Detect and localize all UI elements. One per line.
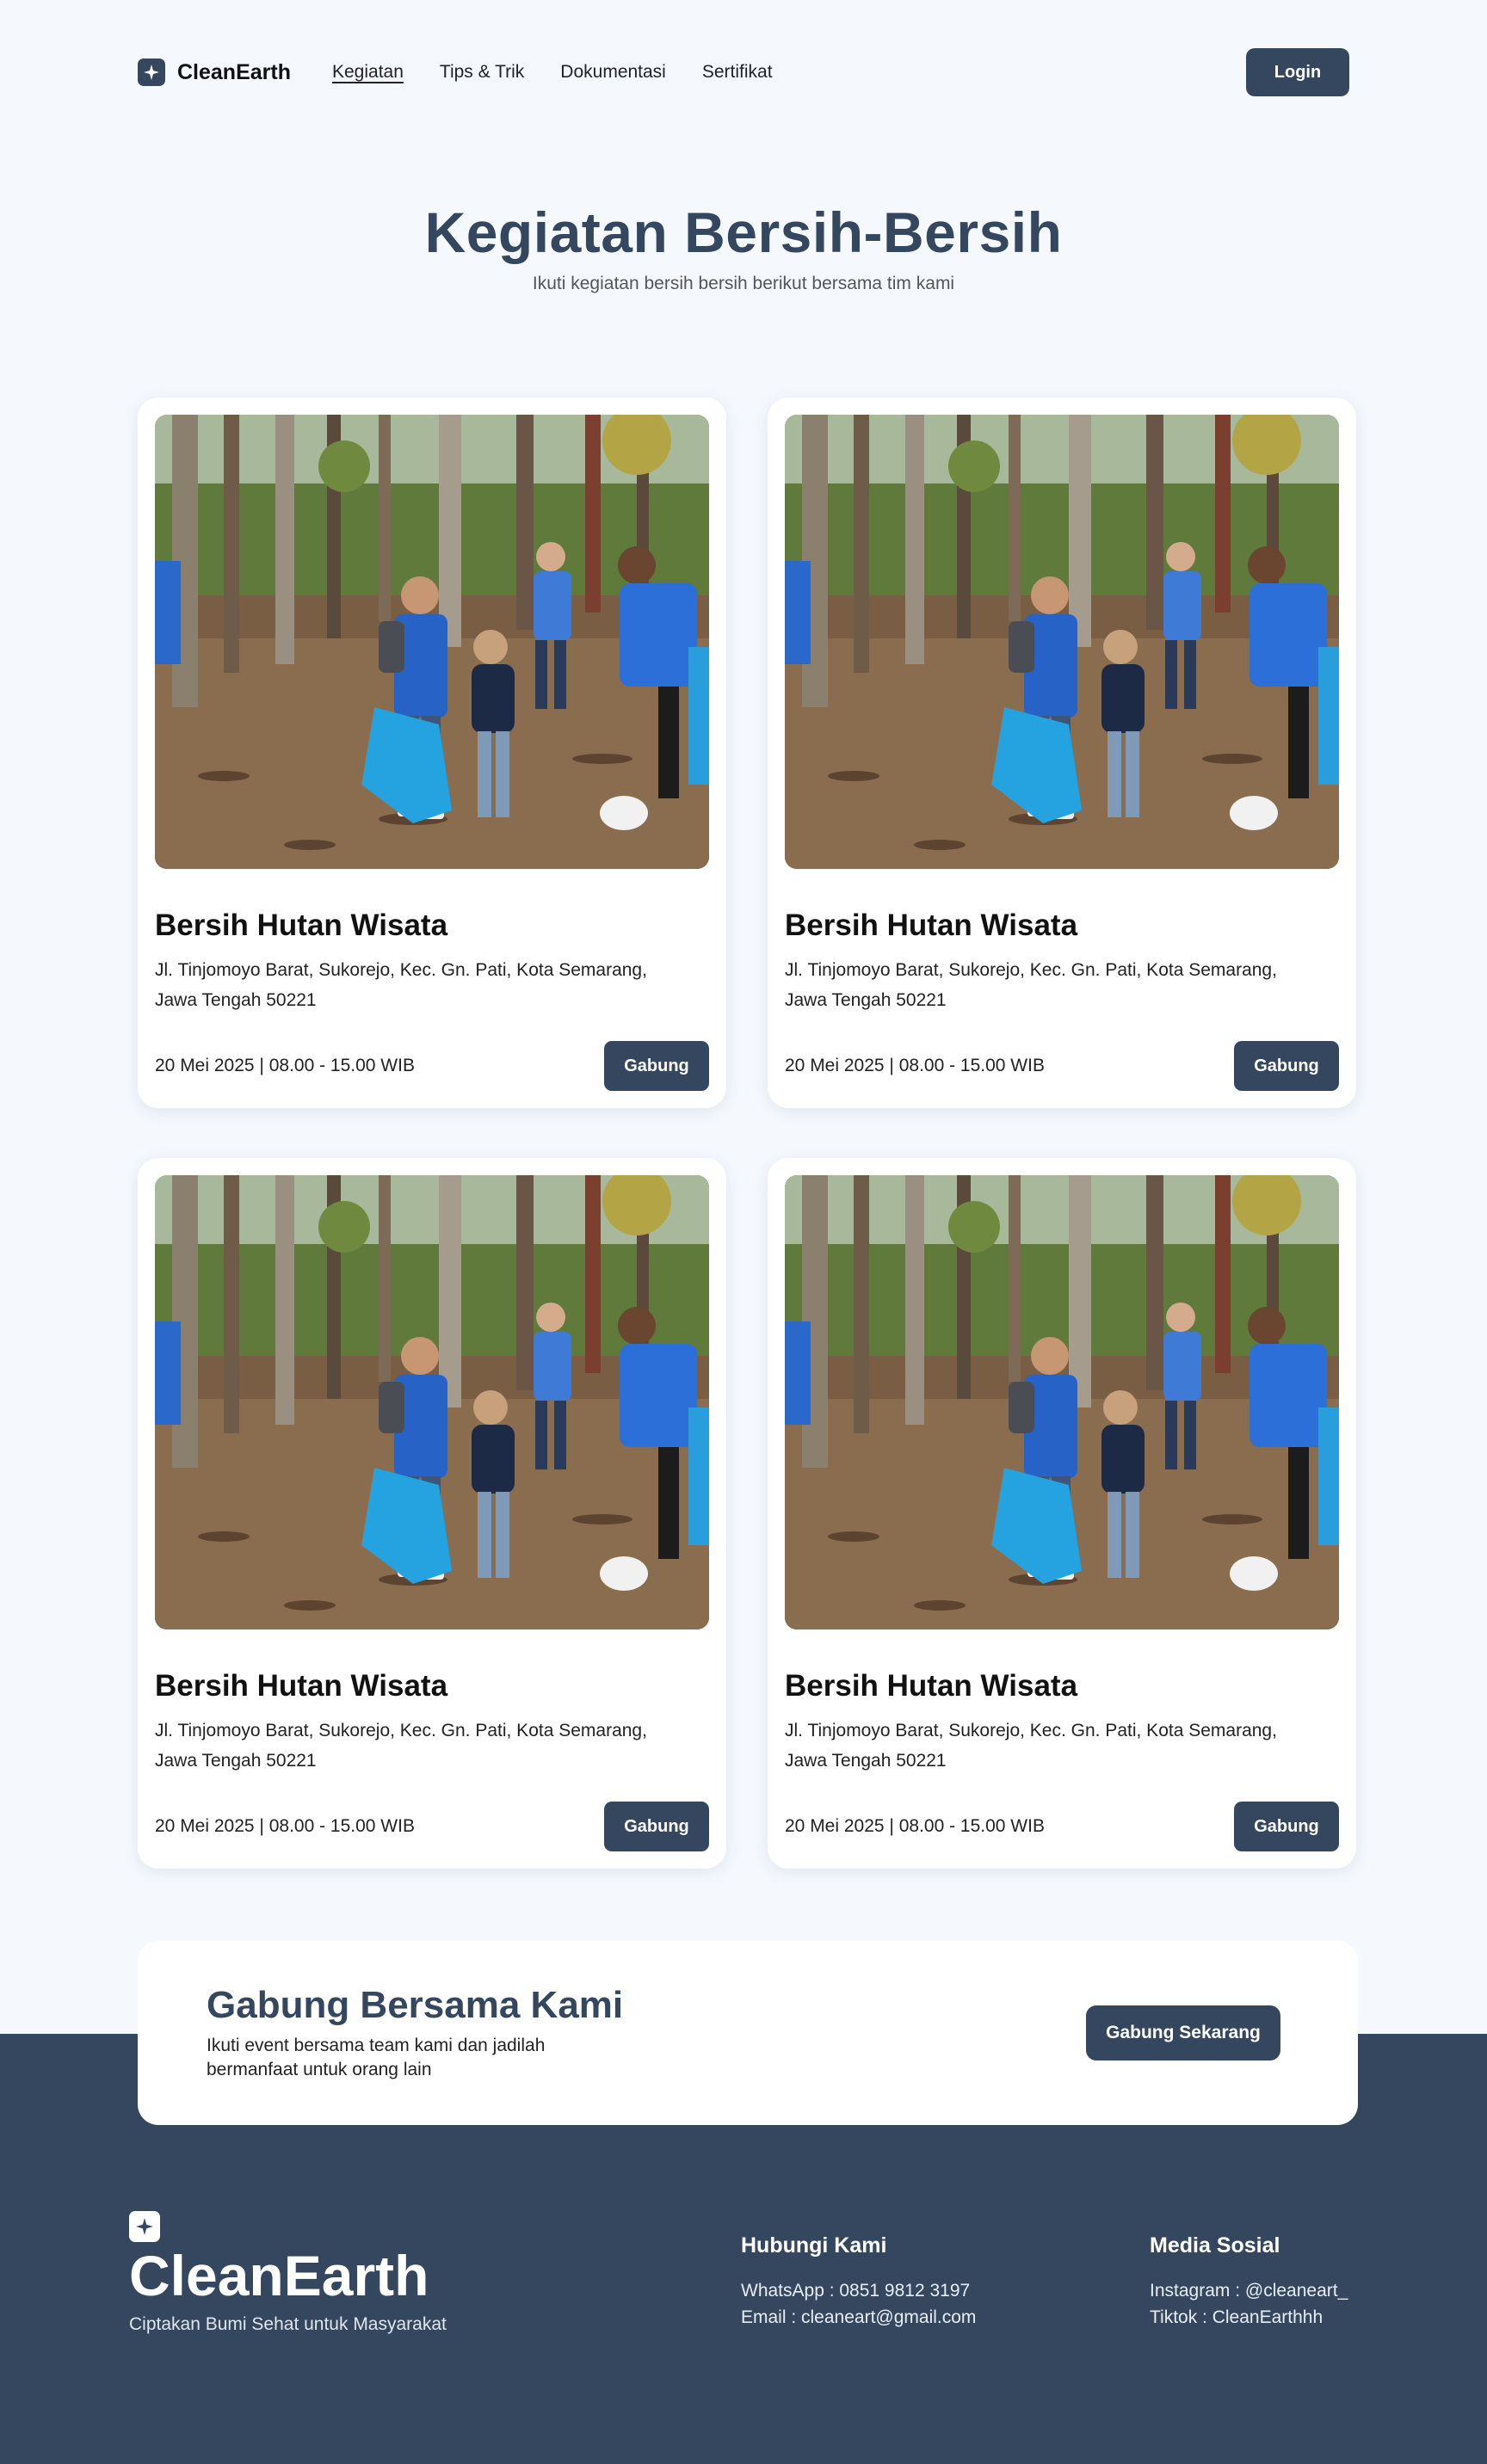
event-datetime: 20 Mei 2025 | 08.00 - 15.00 WIB	[785, 1816, 1045, 1836]
sparkle-icon	[129, 2211, 160, 2242]
cta-content: Gabung Bersama Kami Ikuti event bersama …	[207, 1984, 623, 2082]
footer-contact: Hubungi Kami WhatsApp : 0851 9812 3197 E…	[741, 2233, 976, 2331]
join-button[interactable]: Gabung	[1234, 1802, 1339, 1851]
event-title: Bersih Hutan Wisata	[155, 1669, 448, 1703]
event-card: Bersih Hutan Wisata Jl. Tinjomoyo Barat,…	[138, 397, 726, 1108]
join-button[interactable]: Gabung	[604, 1041, 709, 1091]
event-image	[155, 1175, 709, 1629]
event-datetime: 20 Mei 2025 | 08.00 - 15.00 WIB	[785, 1056, 1045, 1075]
nav-link-dokumentasi[interactable]: Dokumentasi	[560, 62, 666, 83]
sparkle-icon	[138, 59, 165, 86]
event-footer: 20 Mei 2025 | 08.00 - 15.00 WIB Gabung	[155, 1802, 709, 1851]
navbar: CleanEarth Kegiatan Tips & Trik Dokument…	[138, 48, 1349, 96]
nav-link-kegiatan[interactable]: Kegiatan	[332, 62, 404, 83]
page-subtitle: Ikuti kegiatan bersih bersih berikut ber…	[532, 274, 955, 293]
event-list: Bersih Hutan Wisata Jl. Tinjomoyo Barat,…	[138, 397, 1358, 1869]
event-address: Jl. Tinjomoyo Barat, Sukorejo, Kec. Gn. …	[785, 1721, 1277, 1771]
event-footer: 20 Mei 2025 | 08.00 - 15.00 WIB Gabung	[785, 1041, 1339, 1091]
footer-tagline: Ciptakan Bumi Sehat untuk Masyarakat	[129, 2314, 447, 2334]
event-title: Bersih Hutan Wisata	[785, 909, 1078, 942]
event-datetime: 20 Mei 2025 | 08.00 - 15.00 WIB	[155, 1816, 415, 1836]
join-button[interactable]: Gabung	[1234, 1041, 1339, 1091]
login-button[interactable]: Login	[1246, 48, 1349, 96]
contact-whatsapp[interactable]: WhatsApp : 0851 9812 3197	[741, 2277, 976, 2304]
event-footer: 20 Mei 2025 | 08.00 - 15.00 WIB Gabung	[785, 1802, 1339, 1851]
social-tiktok[interactable]: Tiktok : CleanEarthhh	[1150, 2304, 1348, 2331]
event-image	[785, 415, 1339, 869]
footer-social: Media Sosial Instagram : @cleaneart_ Tik…	[1150, 2233, 1348, 2331]
hero: Kegiatan Bersih-Bersih Ikuti kegiatan be…	[0, 200, 1487, 294]
footer-brand: CleanEarth Ciptakan Bumi Sehat untuk Mas…	[129, 2211, 447, 2335]
nav-link-tips-trik[interactable]: Tips & Trik	[440, 62, 524, 83]
event-image	[155, 415, 709, 869]
contact-heading: Hubungi Kami	[741, 2233, 887, 2258]
join-now-button[interactable]: Gabung Sekarang	[1086, 2005, 1280, 2061]
contact-email[interactable]: Email : cleaneart@gmail.com	[741, 2304, 976, 2331]
join-button[interactable]: Gabung	[604, 1802, 709, 1851]
event-footer: 20 Mei 2025 | 08.00 - 15.00 WIB Gabung	[155, 1041, 709, 1091]
page-title: Kegiatan Bersih-Bersih	[424, 200, 1063, 264]
event-image	[785, 1175, 1339, 1629]
footer-brand-name: CleanEarth	[129, 2244, 429, 2307]
event-address: Jl. Tinjomoyo Barat, Sukorejo, Kec. Gn. …	[155, 1721, 647, 1771]
nav-links: Kegiatan Tips & Trik Dokumentasi Sertifi…	[332, 62, 773, 83]
social-instagram[interactable]: Instagram : @cleaneart_	[1150, 2277, 1348, 2304]
event-datetime: 20 Mei 2025 | 08.00 - 15.00 WIB	[155, 1056, 415, 1075]
event-title: Bersih Hutan Wisata	[155, 909, 448, 942]
brand-name: CleanEarth	[177, 59, 291, 84]
event-title: Bersih Hutan Wisata	[785, 1669, 1078, 1703]
event-address: Jl. Tinjomoyo Barat, Sukorejo, Kec. Gn. …	[785, 960, 1277, 1010]
event-card: Bersih Hutan Wisata Jl. Tinjomoyo Barat,…	[768, 397, 1356, 1108]
cta-banner: Gabung Bersama Kami Ikuti event bersama …	[138, 1941, 1358, 2125]
brand-logo[interactable]: CleanEarth	[138, 59, 291, 86]
social-heading: Media Sosial	[1150, 2233, 1280, 2258]
event-card: Bersih Hutan Wisata Jl. Tinjomoyo Barat,…	[138, 1158, 726, 1869]
cta-text: Ikuti event bersama team kami dan jadila…	[207, 2036, 546, 2079]
nav-link-sertifikat[interactable]: Sertifikat	[702, 62, 773, 83]
cta-title: Gabung Bersama Kami	[207, 1984, 624, 2026]
event-address: Jl. Tinjomoyo Barat, Sukorejo, Kec. Gn. …	[155, 960, 647, 1010]
event-card: Bersih Hutan Wisata Jl. Tinjomoyo Barat,…	[768, 1158, 1356, 1869]
